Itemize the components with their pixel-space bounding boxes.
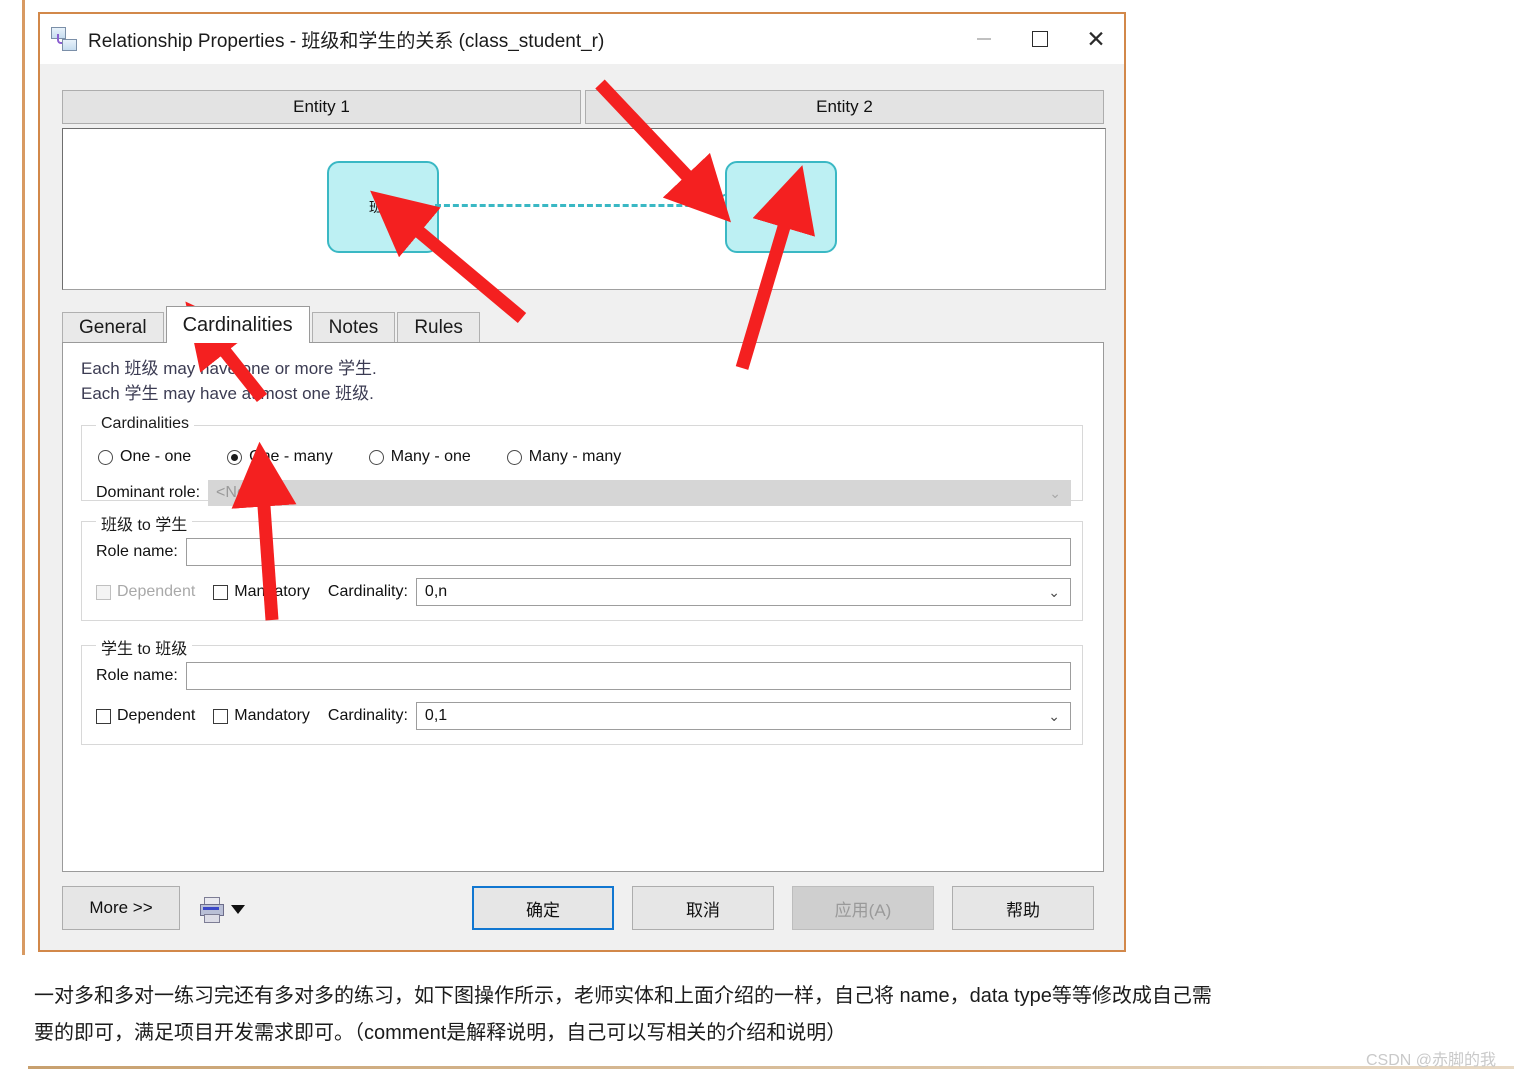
class-to-student-cardinality-value: 0,n <box>424 583 448 600</box>
cardinality-radio-group: One - one One - many Many - one Many - m… <box>98 448 657 466</box>
dominant-role-value: <None> <box>216 484 273 501</box>
student-to-class-cardinality-value: 0,1 <box>424 707 448 724</box>
radio-many-many[interactable]: Many - many <box>506 448 622 466</box>
window-title: Relationship Properties - 班级和学生的关系 (clas… <box>88 30 605 52</box>
radio-one-one-label: One - one <box>120 448 192 465</box>
student-to-class-dependent-checkbox[interactable]: Dependent <box>96 707 195 725</box>
tab-notes[interactable]: Notes <box>311 312 396 343</box>
cardinalities-group-legend: Cardinalities <box>96 415 195 433</box>
radio-one-one[interactable]: One - one <box>98 448 191 466</box>
student-to-class-rolename-input[interactable] <box>185 662 1071 690</box>
student-to-class-group: 学生 to 班级 Role name: Dependent Mandatory … <box>81 635 1083 745</box>
page-caption: 一对多和多对一练习完还有多对多的练习，如下图操作所示，老师实体和上面介绍的一样，… <box>34 978 1474 1052</box>
relationship-icon <box>50 25 78 53</box>
cardinalities-group: Cardinalities One - one One - many Many … <box>81 415 1083 506</box>
student-to-class-rolename-row: Role name: <box>96 662 1071 690</box>
more-button[interactable]: More >> <box>62 886 180 930</box>
entity-header-row: Entity 1 Entity 2 <box>62 90 1104 124</box>
entity-box-right-label: 学生 <box>767 199 795 215</box>
class-to-student-dependent-checkbox[interactable]: Dependent <box>96 583 195 601</box>
cardinalities-panel: Each 班级 may have one or more 学生. Each 学生… <box>62 342 1104 872</box>
relationship-properties-dialog: Relationship Properties - 班级和学生的关系 (clas… <box>38 12 1126 952</box>
chevron-down-icon: ⌄ <box>1048 707 1060 724</box>
tab-rules[interactable]: Rules <box>397 312 480 343</box>
class-to-student-rolename-row: Role name: <box>96 538 1071 566</box>
student-to-class-dependent-label: Dependent <box>117 707 196 724</box>
radio-many-one-indicator <box>368 449 384 465</box>
radio-one-many-label: One - many <box>249 448 333 465</box>
description-line-2: Each 学生 may have at most one 班级. <box>81 383 374 403</box>
class-to-student-options-row: Dependent Mandatory Cardinality: 0,n ⌄ <box>96 578 1071 606</box>
class-to-student-cardinality-select[interactable]: 0,n ⌄ <box>415 578 1071 606</box>
maximize-button[interactable] <box>1012 14 1068 64</box>
relationship-preview-canvas: 班级 学生 <box>62 128 1106 290</box>
dialog-button-bar: More >> 确定 取消 应用(A) 帮助 <box>62 886 1104 932</box>
entity1-button[interactable]: Entity 1 <box>62 90 581 124</box>
radio-many-many-indicator <box>506 449 522 465</box>
entity-box-right[interactable]: 学生 <box>725 161 837 253</box>
print-control[interactable] <box>200 892 258 926</box>
help-button[interactable]: 帮助 <box>952 886 1094 930</box>
radio-one-many-indicator <box>227 449 243 465</box>
dominant-role-label: Dominant role: <box>96 484 201 501</box>
tab-cardinalities[interactable]: Cardinalities <box>165 306 310 343</box>
radio-many-many-label: Many - many <box>528 448 622 465</box>
student-to-class-mandatory-label: Mandatory <box>234 707 310 724</box>
apply-button[interactable]: 应用(A) <box>792 886 934 930</box>
caption-line-2: 要的即可，满足项目开发需求即可。（comment是解释说明，自己可以写相关的介绍… <box>34 1022 847 1044</box>
printer-icon <box>200 897 224 923</box>
chevron-down-icon[interactable] <box>231 904 245 914</box>
window-controls: ✕ <box>956 14 1124 64</box>
title-bar: Relationship Properties - 班级和学生的关系 (clas… <box>40 14 1124 64</box>
chevron-down-icon: ⌄ <box>1049 484 1061 501</box>
caption-line-1: 一对多和多对一练习完还有多对多的练习，如下图操作所示，老师实体和上面介绍的一样，… <box>34 985 1212 1007</box>
radio-many-one-label: Many - one <box>390 448 471 465</box>
student-to-class-legend: 学生 to 班级 <box>96 635 193 659</box>
page-bottom-rule <box>28 1066 1514 1069</box>
student-to-class-options-row: Dependent Mandatory Cardinality: 0,1 ⌄ <box>96 702 1071 730</box>
dominant-role-select[interactable]: <None> ⌄ <box>208 480 1071 506</box>
page-root: Relationship Properties - 班级和学生的关系 (clas… <box>0 0 1514 1080</box>
radio-one-one-indicator <box>98 449 113 465</box>
relationship-link-line <box>435 204 727 207</box>
class-to-student-legend: 班级 to 学生 <box>96 511 193 535</box>
student-to-class-rolename-label: Role name: <box>96 667 178 684</box>
relationship-description: Each 班级 may have one or more 学生. Each 学生… <box>81 357 377 406</box>
student-to-class-cardinality-select[interactable]: 0,1 ⌄ <box>415 702 1071 730</box>
class-to-student-mandatory-label: Mandatory <box>234 583 310 600</box>
class-to-student-dependent-label: Dependent <box>117 583 196 600</box>
entity-box-left-label: 班级 <box>369 199 397 215</box>
class-to-student-rolename-input[interactable] <box>185 538 1071 566</box>
student-to-class-cardinality-label: Cardinality: <box>327 707 408 724</box>
radio-one-many[interactable]: One - many <box>227 448 333 466</box>
class-to-student-cardinality-label: Cardinality: <box>327 583 408 600</box>
radio-many-one[interactable]: Many - one <box>368 448 471 466</box>
cancel-button[interactable]: 取消 <box>632 886 774 930</box>
checkbox-indicator <box>213 584 229 600</box>
minimize-button[interactable] <box>956 14 1012 64</box>
close-icon[interactable]: ✕ <box>1068 14 1124 64</box>
chevron-down-icon: ⌄ <box>1048 583 1060 600</box>
tab-general[interactable]: General <box>62 312 164 343</box>
student-to-class-mandatory-checkbox[interactable]: Mandatory <box>213 707 310 725</box>
class-to-student-rolename-label: Role name: <box>96 543 178 560</box>
entity-box-left[interactable]: 班级 <box>327 161 439 253</box>
description-line-1: Each 班级 may have one or more 学生. <box>81 359 377 378</box>
tab-strip: General Cardinalities Notes Rules <box>62 306 1104 343</box>
checkbox-indicator <box>96 708 111 724</box>
ok-button[interactable]: 确定 <box>472 886 614 930</box>
watermark: CSDN @赤脚的我 <box>1365 1052 1496 1069</box>
checkbox-indicator <box>213 708 229 724</box>
dominant-role-row: Dominant role: <None> ⌄ <box>96 480 1071 506</box>
entity2-button[interactable]: Entity 2 <box>585 90 1104 124</box>
class-to-student-mandatory-checkbox[interactable]: Mandatory <box>213 583 310 601</box>
class-to-student-group: 班级 to 学生 Role name: Dependent Mandatory … <box>81 511 1083 621</box>
page-left-rule <box>22 0 25 955</box>
checkbox-indicator <box>96 584 111 600</box>
